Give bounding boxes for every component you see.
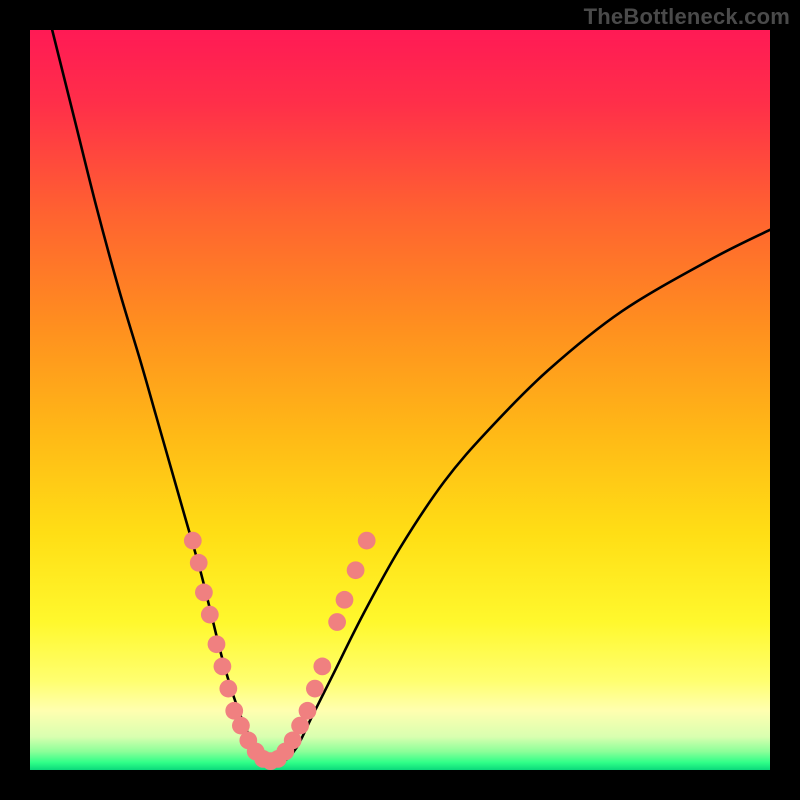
- marker-dot: [306, 680, 324, 698]
- marker-dot: [184, 532, 202, 550]
- watermark-text: TheBottleneck.com: [584, 4, 790, 30]
- marker-dots-group: [184, 532, 376, 770]
- marker-dot: [201, 606, 219, 624]
- marker-dot: [214, 658, 232, 676]
- chart-svg: [30, 30, 770, 770]
- marker-dot: [313, 658, 331, 676]
- plot-area: [30, 30, 770, 770]
- bottleneck-curve-path: [52, 30, 770, 764]
- marker-dot: [347, 561, 365, 579]
- marker-dot: [219, 680, 237, 698]
- chart-frame: TheBottleneck.com: [0, 0, 800, 800]
- marker-dot: [208, 635, 226, 653]
- marker-dot: [328, 613, 346, 631]
- marker-dot: [299, 702, 317, 720]
- marker-dot: [336, 591, 354, 609]
- marker-dot: [195, 584, 213, 602]
- marker-dot: [190, 554, 208, 572]
- marker-dot: [358, 532, 376, 550]
